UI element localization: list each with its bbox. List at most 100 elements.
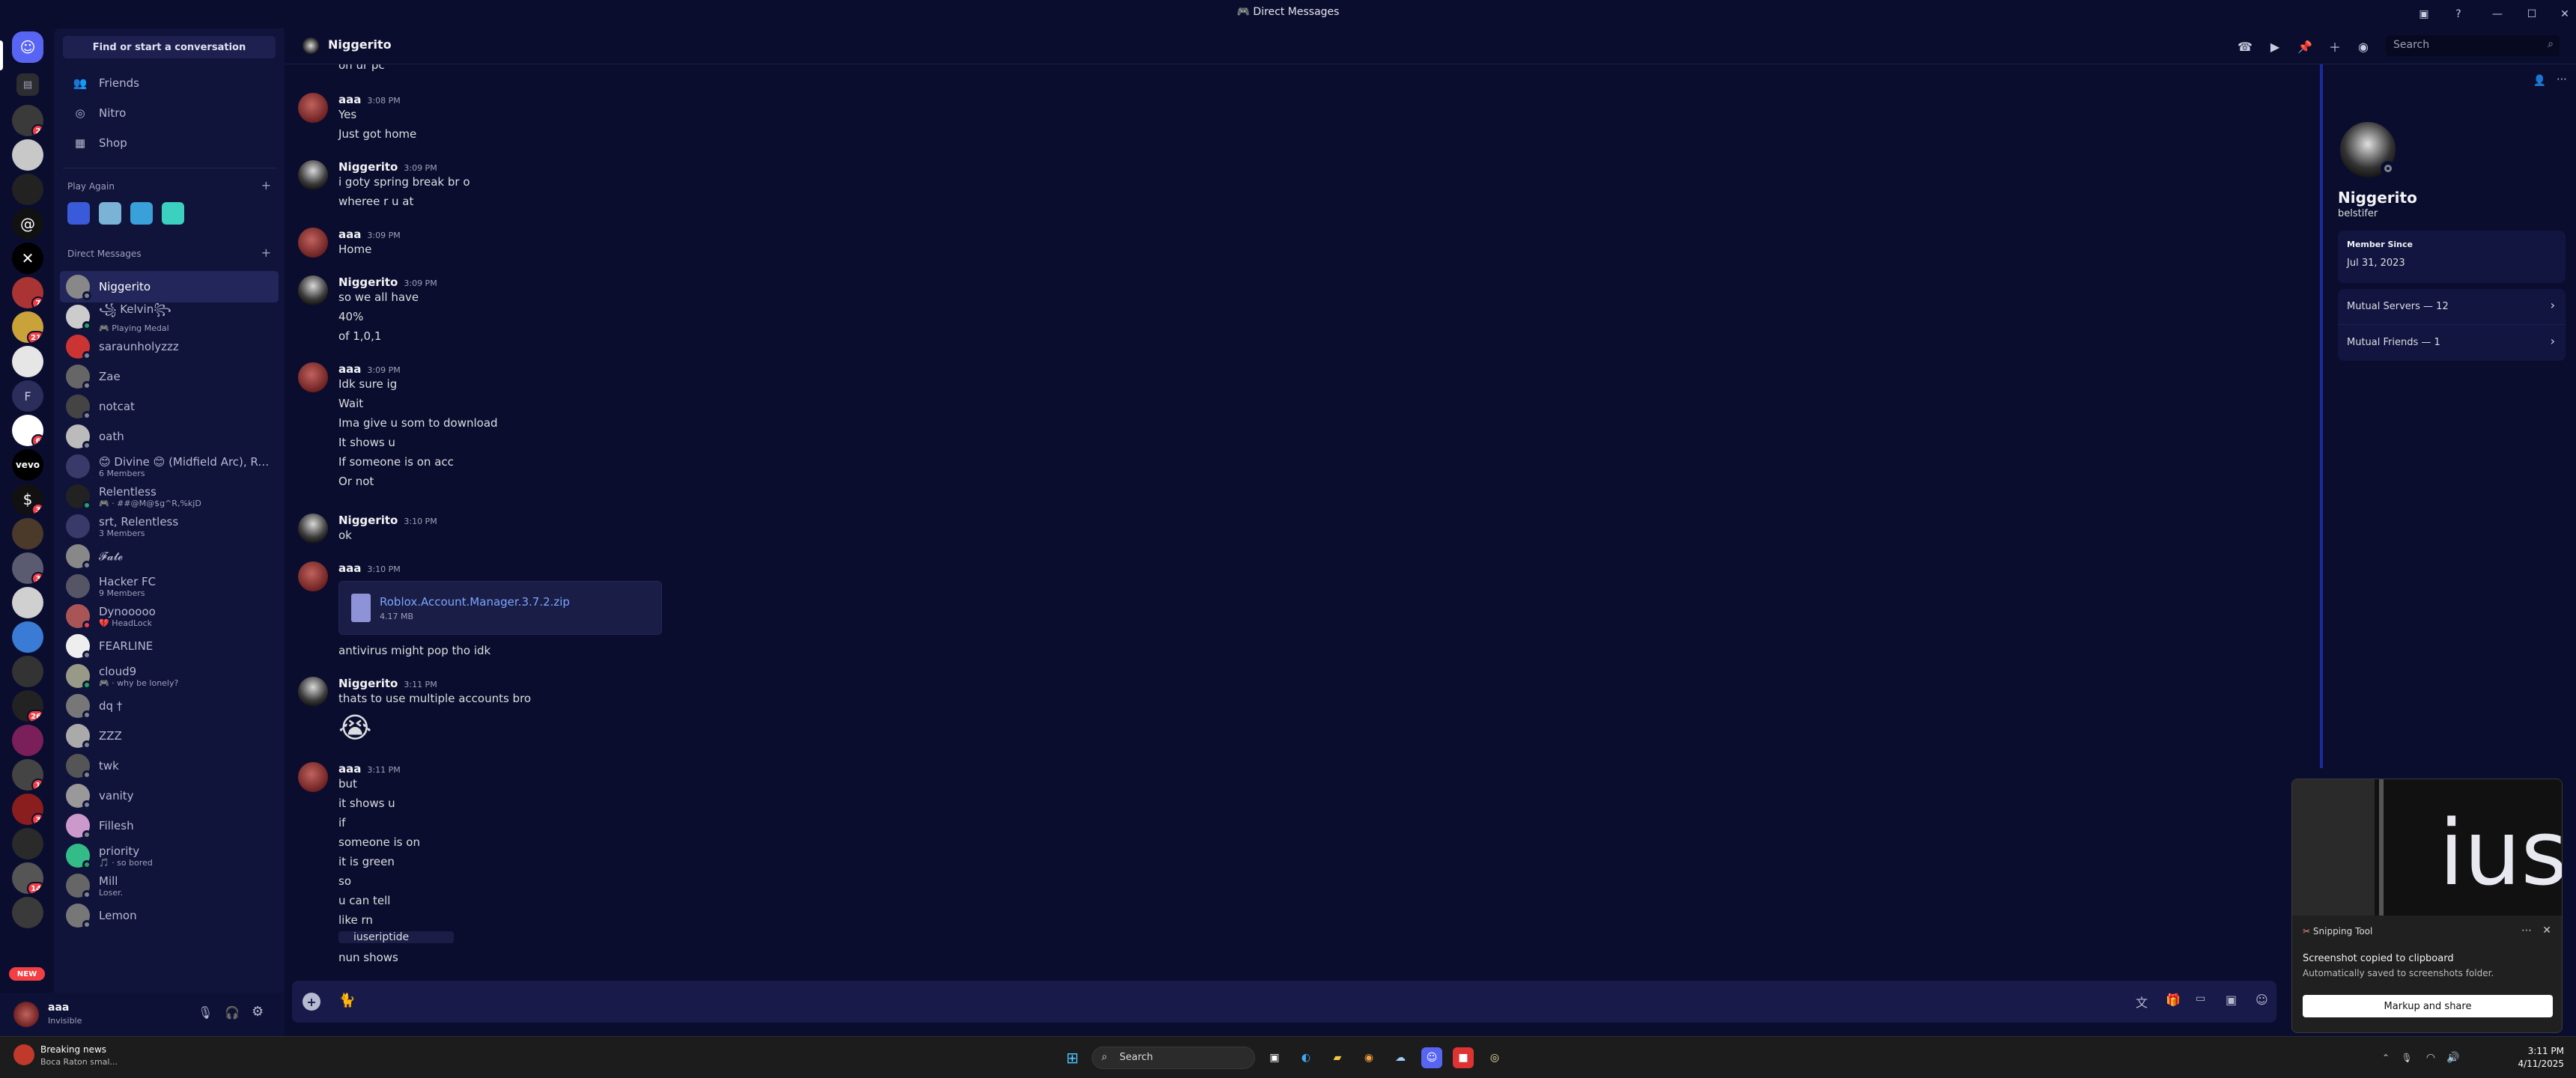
news-widget-icon[interactable] <box>13 1044 34 1065</box>
dm-item[interactable]: Mill Loser. <box>60 870 279 901</box>
dm-item[interactable]: Hacker FC 9 Members <box>60 570 279 602</box>
search-input[interactable]: Search ⌕ <box>2386 35 2560 56</box>
news-title[interactable]: Breaking news <box>40 1044 106 1055</box>
dm-item[interactable]: Zae <box>60 361 279 392</box>
dm-item[interactable]: srt, Relentless 3 Members <box>60 511 279 542</box>
profile-avatar[interactable] <box>2336 118 2399 181</box>
server-icon[interactable] <box>12 518 43 549</box>
avatar[interactable] <box>298 228 328 258</box>
new-badge[interactable]: NEW <box>9 967 45 981</box>
server-icon[interactable] <box>12 897 43 928</box>
server-icon[interactable] <box>12 725 43 756</box>
avatar[interactable] <box>298 762 328 792</box>
server-icon[interactable] <box>12 346 43 377</box>
app-icon[interactable]: ◎ <box>1484 1047 1505 1068</box>
find-conversation-button[interactable]: Find or start a conversation <box>63 36 276 58</box>
file-name-link[interactable]: Roblox.Account.Manager.3.7.2.zip <box>380 595 570 609</box>
help-icon[interactable]: ? <box>2449 4 2468 24</box>
snipping-tool-notification[interactable]: ius ✂ Snipping Tool ⋯ ✕ Screenshot copie… <box>2291 779 2563 1033</box>
dm-item[interactable]: notcat <box>60 391 279 422</box>
folder-icon[interactable]: ▤ <box>16 73 39 96</box>
onedrive-icon[interactable]: ☁ <box>1390 1047 1411 1068</box>
server-icon[interactable]: 1 <box>12 759 43 791</box>
microphone-icon[interactable]: 🎙 <box>198 1005 213 1020</box>
dm-item[interactable]: 😊 Divine 😊 (Midfield Arc), Rel... 6 Membe… <box>60 451 279 482</box>
sticker-icon[interactable]: ▣ <box>2226 993 2237 1007</box>
create-dm-icon[interactable]: + <box>261 246 271 260</box>
nav-shop[interactable]: ▦ Shop <box>60 129 279 157</box>
task-view-icon[interactable]: ▣ <box>1264 1047 1285 1068</box>
screenshot-preview[interactable]: ius <box>2292 779 2562 916</box>
dm-item[interactable]: ꧁ Kelvin꧂ 🎮 Playing Medal <box>60 301 279 333</box>
close-button[interactable]: ✕ <box>2555 4 2575 24</box>
avatar[interactable] <box>298 561 328 591</box>
dm-item[interactable]: saraunholyzzz <box>60 331 279 362</box>
server-icon[interactable]: 7 <box>12 277 43 308</box>
play-again-add-icon[interactable]: + <box>261 178 271 192</box>
taskbar-search[interactable]: ⌕ Search <box>1092 1047 1255 1069</box>
upload-plus-icon[interactable]: + <box>303 993 321 1011</box>
server-icon[interactable]: 3 <box>12 794 43 825</box>
close-icon[interactable]: ✕ <box>2542 925 2551 937</box>
nav-friends[interactable]: 👥 Friends <box>60 69 279 97</box>
dm-item[interactable]: cloud9 🎮 · why be lonely? <box>60 660 279 692</box>
headphones-icon[interactable]: 🎧 <box>225 1005 240 1020</box>
vevo-server[interactable]: vevo <box>12 449 43 481</box>
dm-item[interactable]: FEARLINE <box>60 630 279 662</box>
dm-item[interactable]: Dynooooo 💔 HeadLock <box>60 600 279 632</box>
more-options-icon[interactable]: ⋯ <box>2557 73 2567 85</box>
dm-item[interactable]: priority 🎵 · so bored <box>60 840 279 871</box>
volume-icon[interactable]: 🔊 <box>2443 1047 2464 1068</box>
avatar[interactable] <box>298 275 328 305</box>
server-icon[interactable] <box>12 139 43 171</box>
clock-time[interactable]: 3:11 PM <box>2504 1046 2564 1056</box>
add-friends-icon[interactable]: ＋ <box>2326 37 2344 55</box>
server-icon[interactable] <box>12 656 43 687</box>
avatar[interactable] <box>298 362 328 392</box>
server-icon[interactable]: 14 <box>12 862 43 894</box>
server-icon[interactable] <box>12 174 43 205</box>
dm-item[interactable]: Fillesh <box>60 810 279 841</box>
game-icon[interactable] <box>130 202 153 225</box>
game-icon[interactable] <box>99 202 121 225</box>
message-input[interactable]: + 🐈 文 🎁 ▭ ▣ ☺ <box>292 981 2276 1023</box>
server-icon[interactable]: 3 <box>12 552 43 584</box>
server-icon[interactable]: $3 <box>12 484 43 515</box>
mutual-servers-row[interactable]: Mutual Servers — 12 › <box>2338 289 2566 325</box>
gift-icon[interactable]: 🎁 <box>2166 993 2181 1007</box>
nav-nitro[interactable]: ◎ Nitro <box>60 99 279 127</box>
dm-item[interactable]: 𝓕𝓪𝓽𝓮 <box>60 540 279 572</box>
inbox-icon[interactable]: ▣ <box>2414 4 2434 24</box>
video-call-icon[interactable]: ▶ <box>2266 37 2284 55</box>
voice-call-icon[interactable]: ☎ <box>2236 37 2254 55</box>
dm-item[interactable]: dq † <box>60 690 279 722</box>
app-icon[interactable]: ◉ <box>1358 1047 1379 1068</box>
settings-gear-icon[interactable]: ⚙ <box>252 1004 264 1020</box>
pin-icon[interactable]: 📌 <box>2296 37 2314 55</box>
avatar[interactable] <box>298 93 328 123</box>
dm-item[interactable]: vanity <box>60 780 279 811</box>
x-icon[interactable]: ✕ <box>12 243 43 274</box>
avatar[interactable] <box>298 514 328 543</box>
clock-date[interactable]: 4/11/2025 <box>2504 1059 2564 1069</box>
gif-icon[interactable]: ▭ <box>2196 993 2205 1005</box>
server-icon[interactable]: 6 <box>12 415 43 446</box>
server-initial-f[interactable]: F <box>12 380 43 412</box>
threads-icon[interactable]: @ <box>12 208 43 240</box>
server-icon[interactable] <box>12 587 43 618</box>
mutual-friends-row[interactable]: Mutual Friends — 1 › <box>2338 325 2566 361</box>
game-icon[interactable] <box>162 202 184 225</box>
server-icon[interactable] <box>12 621 43 653</box>
dm-item[interactable]: twk <box>60 750 279 782</box>
avatar[interactable] <box>298 677 328 707</box>
roblox-icon[interactable]: ■ <box>1453 1047 1474 1068</box>
home-button[interactable]: ☺ <box>12 31 43 63</box>
maximize-button[interactable]: ☐ <box>2522 4 2542 24</box>
server-icon[interactable]: 2 <box>12 105 43 136</box>
recipient-name[interactable]: Niggerito <box>328 37 392 52</box>
server-icon[interactable]: 21 <box>12 311 43 343</box>
dm-item[interactable]: Relentless 🎮 · ##@M@$g^R,%kjD <box>60 481 279 512</box>
emoji-icon[interactable]: ☺ <box>2255 993 2268 1007</box>
avatar[interactable] <box>13 1002 39 1027</box>
windows-start-icon[interactable]: ⊞ <box>1062 1047 1083 1068</box>
